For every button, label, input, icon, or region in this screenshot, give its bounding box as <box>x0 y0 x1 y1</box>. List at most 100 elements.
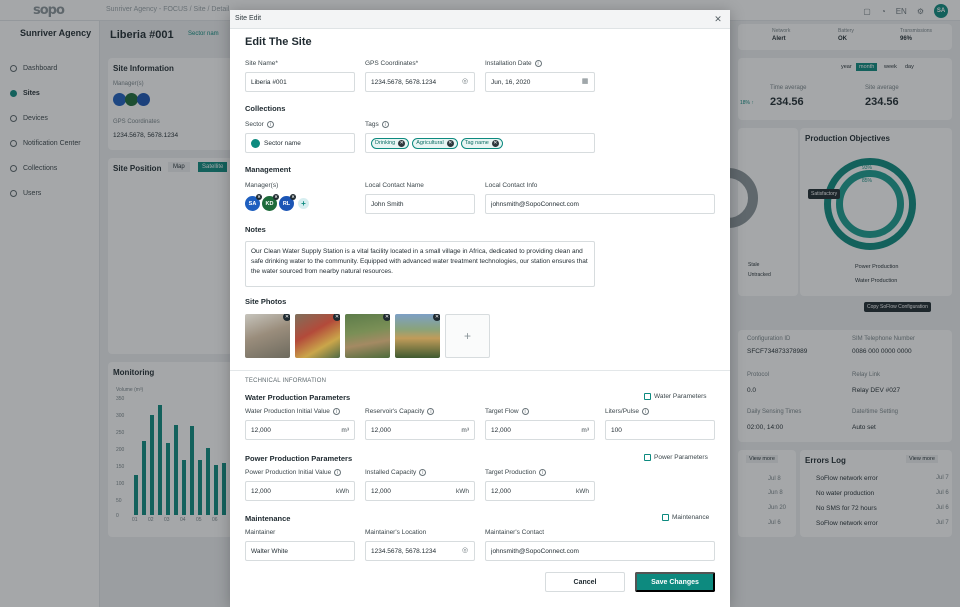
info-icon[interactable]: i <box>641 408 649 415</box>
maintainer-field[interactable]: Walter White <box>245 541 355 561</box>
label-text: Reservoir's Capacity <box>365 408 425 415</box>
info-icon[interactable]: i <box>266 121 274 128</box>
local-contact-info-value: johnsmith@SopoConnect.com <box>491 200 579 208</box>
technical-info-heading: TECHNICAL INFORMATION <box>245 378 327 384</box>
manager-initials: SA <box>248 200 257 207</box>
collections-title: Collections <box>245 104 286 113</box>
info-icon[interactable]: i <box>381 121 389 128</box>
manager-avatar[interactable]: SA ✕ <box>245 194 262 211</box>
site-name-label: Site Name* <box>245 60 278 67</box>
add-photo-button[interactable]: + <box>445 314 490 358</box>
remove-manager-icon[interactable]: ✕ <box>256 194 262 200</box>
reservoir-capacity-value: 12,000 <box>371 426 391 434</box>
save-changes-button[interactable]: Save Changes <box>635 572 715 592</box>
local-contact-name-field[interactable]: John Smith <box>365 194 475 214</box>
target-flow-field[interactable]: 12,000 m³ <box>485 420 595 440</box>
manager-avatar[interactable]: KD ✕ <box>262 194 279 211</box>
gps-value: 1234.5678, 5678.1234 <box>371 78 437 86</box>
gps-field[interactable]: 1234.5678, 5678.1234 ◎ <box>365 72 475 92</box>
installation-date-field[interactable]: Jun, 16, 2020 ▦ <box>485 72 595 92</box>
label-text: Maintainer <box>245 529 276 536</box>
info-icon[interactable]: i <box>538 469 546 476</box>
link-label: Maintenance <box>672 514 710 521</box>
maintainer-location-value: 1234.5678, 5678.1234 <box>371 547 437 555</box>
manager-avatar[interactable]: RL ✕ <box>279 194 296 211</box>
location-target-icon[interactable]: ◎ <box>461 78 469 86</box>
reservoir-capacity-field[interactable]: 12,000 m³ <box>365 420 475 440</box>
maintainer-location-label: Maintainer's Location <box>365 529 426 536</box>
modal-window-title: Site Edit <box>235 15 262 22</box>
info-icon[interactable]: i <box>521 408 529 415</box>
power-parameters-title: Power Production Parameters <box>245 454 353 463</box>
maintainer-contact-field[interactable]: johnsmith@SopoConnect.com <box>485 541 715 561</box>
info-icon[interactable]: i <box>332 408 340 415</box>
target-flow-label: Target Flow i <box>485 408 529 415</box>
site-photo[interactable]: ✕ <box>345 314 390 358</box>
site-name-field[interactable]: Liberia #001 <box>245 72 355 92</box>
site-photo[interactable]: ✕ <box>395 314 440 358</box>
manager-initials: KD <box>265 200 274 207</box>
manager-initials: RL <box>282 200 291 207</box>
remove-photo-icon[interactable]: ✕ <box>333 314 340 321</box>
water-parameters-link[interactable]: Water Parameters <box>644 393 707 400</box>
unit: kWh <box>456 487 469 495</box>
installation-date-label: Installation Date i <box>485 60 542 67</box>
target-flow-value: 12,000 <box>491 426 511 434</box>
sector-field[interactable]: Sector name <box>245 133 355 153</box>
remove-photo-icon[interactable]: ✕ <box>383 314 390 321</box>
site-photo[interactable]: ✕ <box>295 314 340 358</box>
target-production-label: Target Production i <box>485 469 546 476</box>
maintainer-label: Maintainer <box>245 529 275 536</box>
local-contact-info-field[interactable]: johnsmith@SopoConnect.com <box>485 194 715 214</box>
liters-pulse-label: Liters/Pulse i <box>605 408 649 415</box>
tag-chip: Drinking ✕ <box>371 137 410 149</box>
maintainer-contact-label: Maintainer's Contact <box>485 529 544 536</box>
remove-photo-icon[interactable]: ✕ <box>283 314 290 321</box>
managers-label: Manager(s) <box>245 182 278 189</box>
water-initial-field[interactable]: 12,000 m³ <box>245 420 355 440</box>
label-text: Site Name* <box>245 60 278 67</box>
info-icon[interactable]: i <box>427 408 435 415</box>
add-manager-icon[interactable]: + <box>298 198 309 209</box>
gps-label: GPS Coordinates* <box>365 60 418 67</box>
target-production-value: 12,000 <box>491 487 511 495</box>
liters-pulse-field[interactable]: 100 <box>605 420 715 440</box>
tags-label: Tags i <box>365 121 389 128</box>
liters-pulse-value: 100 <box>611 426 622 434</box>
unit: m³ <box>341 426 349 434</box>
site-photo[interactable]: ✕ <box>245 314 290 358</box>
location-target-icon[interactable]: ◎ <box>461 547 469 555</box>
tags-field[interactable]: Drinking ✕ Agricultural ✕ Tag name ✕ <box>365 133 595 153</box>
tag-label: Tag name <box>464 140 489 146</box>
remove-tag-icon[interactable]: ✕ <box>398 139 406 147</box>
site-edit-modal: Site Edit ✕ Edit The Site Site Name* Lib… <box>230 10 730 607</box>
divider <box>230 370 730 371</box>
info-icon[interactable]: i <box>419 469 427 476</box>
cancel-button[interactable]: Cancel <box>545 572 625 592</box>
installed-capacity-field[interactable]: 12,000 kWh <box>365 481 475 501</box>
maintenance-link[interactable]: Maintenance <box>662 514 709 521</box>
link-label: Power Parameters <box>654 454 708 461</box>
info-icon[interactable]: i <box>334 469 342 476</box>
remove-tag-icon[interactable]: ✕ <box>491 139 499 147</box>
label-text: Target Production <box>485 469 536 476</box>
installation-date-value: Jun, 16, 2020 <box>491 78 531 86</box>
installed-capacity-value: 12,000 <box>371 487 391 495</box>
label-text: Target Flow <box>485 408 519 415</box>
remove-manager-icon[interactable]: ✕ <box>273 194 279 200</box>
modal-titlebar: Site Edit ✕ <box>230 10 730 29</box>
power-initial-field[interactable]: 12,000 kWh <box>245 481 355 501</box>
target-production-field[interactable]: 12,000 kWh <box>485 481 595 501</box>
calendar-icon[interactable]: ▦ <box>581 78 589 86</box>
remove-manager-icon[interactable]: ✕ <box>290 194 296 200</box>
notes-textarea[interactable]: Our Clean Water Supply Station is a vita… <box>245 241 595 287</box>
remove-tag-icon[interactable]: ✕ <box>446 139 454 147</box>
power-parameters-link[interactable]: Power Parameters <box>644 454 708 461</box>
maintenance-title: Maintenance <box>245 514 291 523</box>
remove-photo-icon[interactable]: ✕ <box>433 314 440 321</box>
label-text: Installed Capacity <box>365 469 417 476</box>
close-icon[interactable]: ✕ <box>712 13 724 25</box>
maintainer-location-field[interactable]: 1234.5678, 5678.1234 ◎ <box>365 541 475 561</box>
info-icon[interactable]: i <box>534 60 542 67</box>
site-name-value: Liberia #001 <box>251 78 287 86</box>
